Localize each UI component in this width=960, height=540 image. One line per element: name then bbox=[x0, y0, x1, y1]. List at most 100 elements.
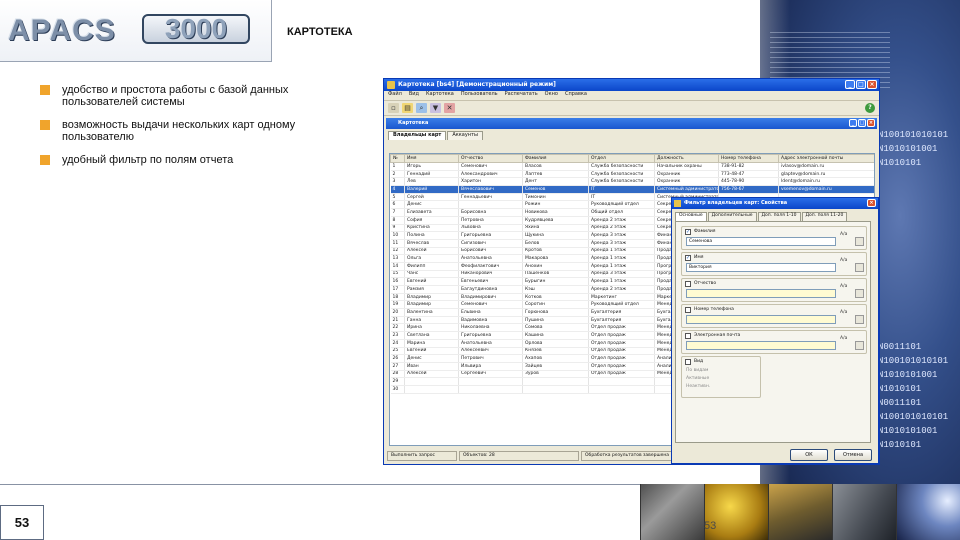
help-icon[interactable]: ? bbox=[865, 103, 875, 113]
column-header[interactable]: Отдел bbox=[588, 154, 655, 163]
column-header[interactable]: Фамилия bbox=[522, 154, 589, 163]
logo-number: 3000 bbox=[142, 14, 250, 44]
table-row[interactable]: 4 Валерий Вячеславович Семенов IT Системный а… bbox=[390, 185, 874, 194]
table-cell: IT bbox=[588, 185, 655, 194]
column-header[interactable]: № bbox=[390, 154, 405, 163]
dialog-body: ✓ Фамилия Семенова А/а ✓ Имя Виктория А/… bbox=[675, 221, 871, 443]
open-folder-icon[interactable]: ▤ bbox=[402, 103, 413, 113]
tab-card-owners[interactable]: Владельцы карт bbox=[388, 131, 447, 140]
patronymic-spin[interactable] bbox=[855, 289, 864, 298]
card-type-option[interactable]: Активные bbox=[686, 376, 709, 381]
patronymic-checkbox[interactable] bbox=[685, 281, 691, 287]
column-header[interactable]: Отчество bbox=[458, 154, 523, 163]
table-cell: Кротов bbox=[522, 247, 589, 256]
table-cell bbox=[458, 200, 523, 210]
dialog-icon bbox=[674, 200, 681, 207]
menu-item-cardindex[interactable]: Картотека bbox=[426, 91, 454, 100]
lastname-checkbox[interactable]: ✓ bbox=[685, 229, 691, 235]
keyboard-photo bbox=[832, 484, 896, 540]
filter-phone-group: Номер телефона А/а bbox=[681, 304, 867, 328]
table-cell: IT bbox=[588, 193, 655, 202]
close-icon[interactable]: × bbox=[867, 199, 876, 207]
menu-item-help[interactable]: Справка bbox=[565, 91, 587, 100]
maximize-icon[interactable]: □ bbox=[858, 119, 866, 127]
table-cell: 15 bbox=[390, 270, 405, 279]
table-cell: Руководящий отдел bbox=[588, 200, 655, 210]
table-cell: 738-91-82 bbox=[718, 162, 779, 171]
ok-button[interactable]: ОК bbox=[790, 449, 828, 461]
firstname-input[interactable]: Виктория bbox=[686, 263, 836, 272]
bullet-square-icon bbox=[40, 120, 50, 130]
close-icon[interactable]: × bbox=[867, 80, 877, 89]
table-cell: Соротин bbox=[522, 300, 589, 310]
table-cell: Служба безопасности bbox=[588, 162, 655, 171]
tab-extra-fields-11-20[interactable]: Доп. поля 11-20 bbox=[801, 212, 848, 221]
table-cell: 756-78-67 bbox=[718, 185, 779, 194]
filter-icon[interactable]: ▼ bbox=[430, 103, 441, 113]
tab-extra-fields-1-10[interactable]: Доп. поля 1-10 bbox=[757, 212, 801, 221]
column-header[interactable]: Должность bbox=[654, 154, 719, 163]
table-cell: Сомова bbox=[522, 323, 589, 333]
phone-label: Номер телефона bbox=[694, 307, 734, 312]
table-cell: Полина bbox=[404, 231, 459, 240]
phone-input[interactable] bbox=[686, 315, 836, 324]
maximize-icon[interactable]: □ bbox=[856, 80, 866, 89]
table-row[interactable]: 2 Геннадий Александрович Лаптев Служба безоп… bbox=[390, 170, 874, 179]
new-icon[interactable]: ▫ bbox=[388, 103, 399, 113]
table-row[interactable]: 1 Игорь Семенович Власов Служба безопасности… bbox=[390, 162, 874, 171]
card-type-checkbox[interactable] bbox=[685, 359, 691, 365]
table-cell: Ильвира bbox=[458, 362, 523, 371]
phone-match-mode[interactable]: А/а bbox=[840, 309, 847, 317]
table-cell: Николаевна bbox=[458, 323, 523, 333]
email-spin[interactable] bbox=[855, 341, 864, 350]
phone-checkbox[interactable] bbox=[685, 307, 691, 313]
space-photo bbox=[896, 484, 960, 540]
cancel-button[interactable]: Отмена bbox=[834, 449, 872, 461]
email-checkbox[interactable] bbox=[685, 333, 691, 339]
close-icon[interactable]: × bbox=[867, 119, 875, 127]
menu-item-user[interactable]: Пользователь bbox=[461, 91, 498, 100]
table-cell: Начальник охраны bbox=[654, 162, 719, 171]
lastname-spin[interactable] bbox=[855, 237, 864, 246]
delete-icon[interactable]: ✕ bbox=[444, 103, 455, 113]
dialog-controls: × bbox=[867, 199, 876, 207]
tab-accounts[interactable]: Аккаунты bbox=[447, 131, 483, 140]
table-cell: Феофилактович bbox=[458, 262, 523, 271]
menu-item-file[interactable]: Файл bbox=[388, 91, 402, 100]
menu-item-print[interactable]: Распечатать bbox=[505, 91, 538, 100]
tab-additional[interactable]: Дополнительные bbox=[707, 212, 757, 221]
tab-main[interactable]: Основные bbox=[675, 212, 707, 221]
firstname-match-mode[interactable]: А/а bbox=[840, 257, 847, 265]
logo-area: APACS 3000 bbox=[0, 0, 272, 62]
column-header[interactable]: Адрес электронной почты bbox=[778, 154, 874, 163]
menu-item-window[interactable]: Окно bbox=[545, 91, 558, 100]
patronymic-match-mode[interactable]: А/а bbox=[840, 283, 847, 291]
table-cell: Валентина bbox=[404, 308, 459, 317]
phone-spin[interactable] bbox=[855, 315, 864, 324]
child-window-title: Картотека _ □ × bbox=[386, 118, 877, 129]
search-icon[interactable]: ⌕ bbox=[416, 103, 427, 113]
minimize-icon[interactable]: _ bbox=[845, 80, 855, 89]
firstname-checkbox[interactable]: ✓ bbox=[685, 255, 691, 261]
lastname-match-mode[interactable]: А/а bbox=[840, 231, 847, 239]
table-cell: Горюнова bbox=[522, 308, 589, 317]
menu-item-view[interactable]: Вид bbox=[409, 91, 419, 100]
table-cell: Борисович bbox=[458, 247, 523, 256]
email-input[interactable] bbox=[686, 341, 836, 350]
column-header[interactable]: Имя bbox=[404, 154, 459, 163]
table-cell: Владимирович bbox=[458, 293, 523, 302]
table-row[interactable]: 3 Лев Харитон Дент Служба безопасности Охранн… bbox=[390, 177, 874, 187]
minimize-icon[interactable]: _ bbox=[849, 119, 857, 127]
table-cell: Аренда 1 этаж bbox=[588, 247, 655, 256]
firstname-spin[interactable] bbox=[855, 263, 864, 272]
patronymic-input[interactable] bbox=[686, 289, 836, 298]
lastname-input[interactable]: Семенова bbox=[686, 237, 836, 246]
table-cell: Вячеслав bbox=[404, 239, 459, 248]
email-match-mode[interactable]: А/а bbox=[840, 335, 847, 343]
table-cell: Алексеевич bbox=[458, 347, 523, 356]
child-window-controls: _ □ × bbox=[849, 119, 875, 127]
table-cell: 4 bbox=[390, 185, 405, 194]
card-type-option[interactable]: По видам bbox=[686, 368, 708, 373]
column-header[interactable]: Номер телефона bbox=[718, 154, 779, 163]
card-type-option[interactable]: Неактивн. bbox=[686, 384, 710, 389]
